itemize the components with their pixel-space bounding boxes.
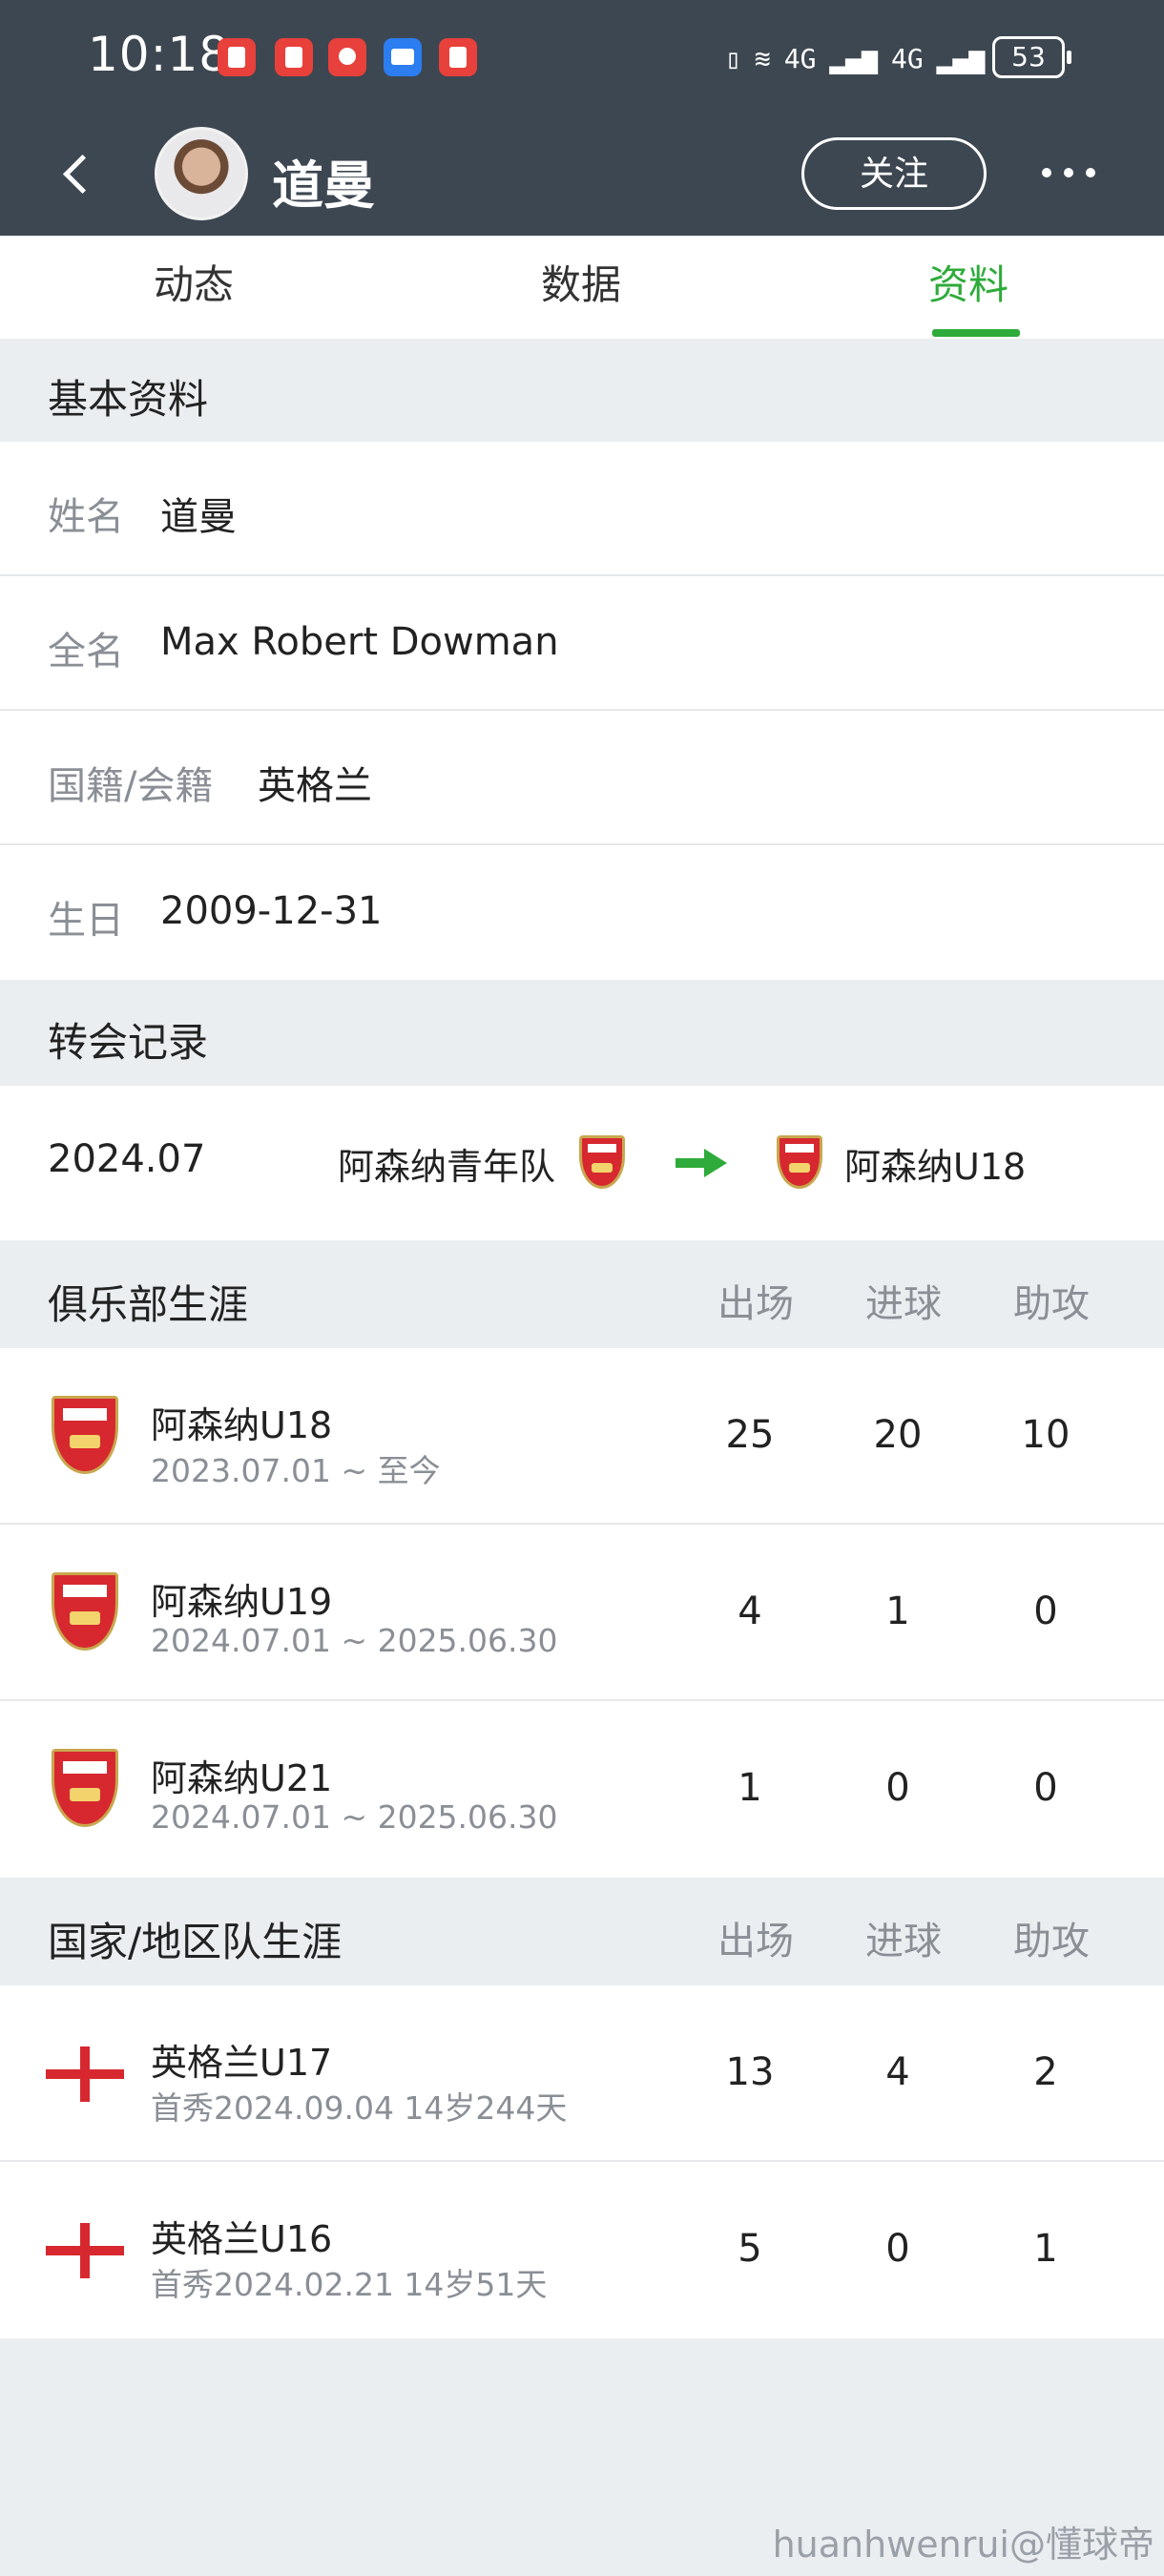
column-apps: 出场 xyxy=(717,1920,794,1963)
signal-label: 4G xyxy=(891,42,924,74)
apps-value: 4 xyxy=(738,1589,762,1633)
apps-value: 25 xyxy=(725,1413,775,1457)
england-flag-icon xyxy=(46,2046,124,2102)
section-header-club: 俱乐部生涯 出场 进球 助攻 xyxy=(0,1240,1164,1348)
wifi-icon: ≋ xyxy=(754,42,771,74)
team-name: 阿森纳U18 xyxy=(151,1404,333,1446)
national-team-row[interactable]: 英格兰U16 首秀2024.02.21 14岁51天 5 0 1 xyxy=(0,2162,1164,2338)
app-header: 10:18 ▯ ≋ 4G ▂▄▆ 4G ▂▄▆ 53 道曼 关注 xyxy=(0,0,1164,236)
club-row[interactable]: 阿森纳U18 2023.07.01 ~ 至今 25 20 10 xyxy=(0,1348,1164,1525)
goals-value: 0 xyxy=(885,1766,910,1810)
team-period: 首秀2024.09.04 14岁244天 xyxy=(151,2089,568,2127)
info-row-fullname: 全名 Max Robert Dowman xyxy=(0,576,1164,711)
info-value: Max Robert Dowman xyxy=(160,620,559,664)
info-key: 国籍/会籍 xyxy=(48,764,214,808)
status-bar: 10:18 ▯ ≋ 4G ▂▄▆ 4G ▂▄▆ 53 xyxy=(0,0,1164,114)
column-apps: 出场 xyxy=(717,1282,794,1326)
info-value: 道曼 xyxy=(160,495,237,539)
section-header-transfer: 转会记录 xyxy=(0,980,1164,1086)
info-value: 2009-12-31 xyxy=(160,889,383,933)
arrow-right-icon xyxy=(676,1149,727,1177)
section-title: 俱乐部生涯 xyxy=(48,1281,249,1328)
avatar xyxy=(155,127,248,220)
notification-app-icon xyxy=(439,38,477,76)
transfer-to-team: 阿森纳U18 xyxy=(844,1146,1027,1188)
info-row-nationality: 国籍/会籍 英格兰 xyxy=(0,711,1164,845)
assists-value: 2 xyxy=(1033,2050,1058,2094)
goals-value: 4 xyxy=(885,2050,910,2094)
section-header-basic: 基本资料 xyxy=(0,339,1164,442)
goals-value: 1 xyxy=(885,1589,910,1633)
info-row-birthday: 生日 2009-12-31 xyxy=(0,845,1164,980)
assists-value: 10 xyxy=(1021,1413,1070,1457)
transfer-date: 2024.07 xyxy=(48,1137,206,1181)
column-goals: 进球 xyxy=(865,1282,942,1326)
player-name: 道曼 xyxy=(272,156,375,216)
apps-value: 5 xyxy=(738,2227,762,2271)
follow-button[interactable]: 关注 xyxy=(801,137,987,210)
signal-bars-icon: ▂▄▆ xyxy=(829,42,879,74)
arsenal-crest-icon xyxy=(52,1396,118,1474)
tab-data[interactable]: 数据 xyxy=(486,236,676,339)
arsenal-crest-icon xyxy=(579,1135,625,1189)
assists-value: 0 xyxy=(1033,1589,1058,1633)
watermark: huanhwenrui@懂球帝 xyxy=(772,2524,1154,2566)
info-key: 全名 xyxy=(48,630,124,674)
notification-mail-icon xyxy=(384,38,422,76)
info-row-name: 姓名 道曼 xyxy=(0,442,1164,576)
column-assists: 助攻 xyxy=(1013,1920,1090,1963)
transfer-row[interactable]: 2024.07 阿森纳青年队 阿森纳U18 xyxy=(0,1086,1164,1240)
goals-value: 20 xyxy=(873,1413,923,1457)
section-title: 基本资料 xyxy=(48,376,209,423)
section-title: 国家/地区队生涯 xyxy=(48,1919,343,1965)
section-title: 转会记录 xyxy=(48,1019,209,1066)
back-button[interactable] xyxy=(57,145,95,202)
column-goals: 进球 xyxy=(865,1920,942,1963)
team-period: 2024.07.01 ~ 2025.06.30 xyxy=(151,1622,558,1659)
team-name: 英格兰U16 xyxy=(151,2218,333,2260)
section-header-national: 国家/地区队生涯 出场 进球 助攻 xyxy=(0,1878,1164,1985)
notification-app-icon xyxy=(275,38,313,76)
team-period: 首秀2024.02.21 14岁51天 xyxy=(151,2266,548,2303)
info-key: 生日 xyxy=(48,899,124,943)
assists-value: 0 xyxy=(1033,1766,1058,1810)
battery-icon: 53 xyxy=(992,36,1071,78)
status-icons: ▯ ≋ 4G ▂▄▆ 4G ▂▄▆ xyxy=(725,32,985,84)
team-name: 阿森纳U21 xyxy=(151,1757,333,1799)
notification-app-icon xyxy=(218,38,256,76)
team-period: 2023.07.01 ~ 至今 xyxy=(151,1452,441,1489)
club-row[interactable]: 阿森纳U21 2024.07.01 ~ 2025.06.30 1 0 0 xyxy=(0,1701,1164,1878)
notification-timer-icon xyxy=(328,38,366,76)
info-key: 姓名 xyxy=(48,495,124,539)
arsenal-crest-icon xyxy=(52,1572,118,1651)
england-flag-icon xyxy=(46,2223,124,2278)
team-name: 阿森纳U19 xyxy=(151,1581,333,1623)
column-assists: 助攻 xyxy=(1013,1282,1090,1326)
arsenal-crest-icon xyxy=(52,1749,118,1827)
national-team-row[interactable]: 英格兰U17 首秀2024.09.04 14岁244天 13 4 2 xyxy=(0,1985,1164,2162)
more-options-icon[interactable] xyxy=(1038,153,1099,191)
tab-activity[interactable]: 动态 xyxy=(98,236,289,339)
arsenal-crest-icon xyxy=(777,1135,822,1189)
team-name: 英格兰U17 xyxy=(151,2042,333,2084)
club-row[interactable]: 阿森纳U19 2024.07.01 ~ 2025.06.30 4 1 0 xyxy=(0,1525,1164,1701)
apps-value: 1 xyxy=(738,1766,762,1810)
transfer-from-team: 阿森纳青年队 xyxy=(338,1146,556,1188)
tab-profile[interactable]: 资料 xyxy=(873,236,1064,339)
team-period: 2024.07.01 ~ 2025.06.30 xyxy=(151,1798,558,1836)
apps-value: 13 xyxy=(725,2050,775,2094)
signal-label: 4G xyxy=(783,42,817,74)
status-time: 10:18 xyxy=(88,27,231,82)
tab-bar: 动态 数据 资料 xyxy=(0,236,1164,339)
signal-bars-icon: ▂▄▆ xyxy=(936,42,986,74)
goals-value: 0 xyxy=(885,2227,910,2271)
assists-value: 1 xyxy=(1033,2227,1058,2271)
info-value: 英格兰 xyxy=(258,764,372,808)
vibrate-icon: ▯ xyxy=(725,42,741,74)
